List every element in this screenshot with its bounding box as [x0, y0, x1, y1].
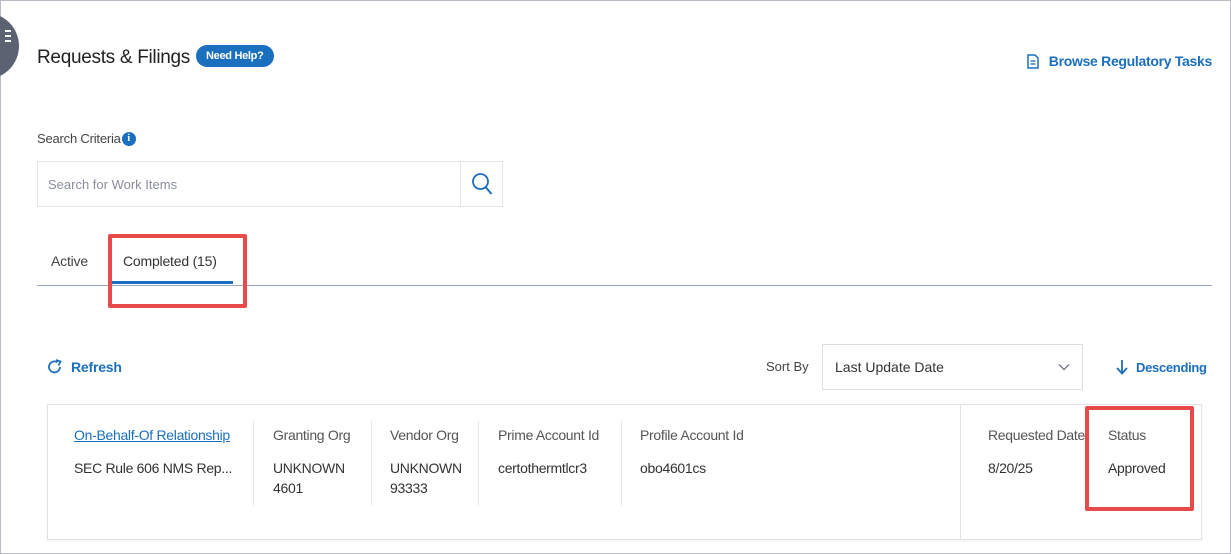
- search-criteria-label: Search Criteria i: [37, 131, 136, 146]
- search-criteria-text: Search Criteria: [37, 131, 121, 146]
- vendor-org-header: Vendor Org: [390, 427, 459, 443]
- column-divider: [371, 421, 372, 506]
- sort-by-value: Last Update Date: [835, 359, 944, 375]
- search-box: [37, 161, 503, 207]
- prime-account-value: certothermtlcr3: [498, 460, 587, 476]
- refresh-label: Refresh: [71, 359, 122, 375]
- completed-tab-highlight: [108, 234, 247, 308]
- sort-order-label: Descending: [1136, 359, 1207, 375]
- browse-regulatory-tasks-label: Browse Regulatory Tasks: [1048, 53, 1213, 69]
- vendor-org-value: UNKNOWN 93333: [390, 458, 462, 498]
- sort-by-label: Sort By: [766, 359, 809, 374]
- profile-account-header: Profile Account Id: [640, 427, 744, 443]
- granting-org-value: UNKNOWN 4601: [273, 458, 345, 498]
- need-help-button[interactable]: Need Help?: [196, 45, 274, 67]
- column-divider: [621, 421, 622, 506]
- requested-date-value: 8/20/25: [988, 460, 1033, 476]
- page-title: Requests & Filings: [37, 47, 191, 68]
- granting-org-header: Granting Org: [273, 427, 351, 443]
- tab-active[interactable]: Active: [51, 253, 88, 269]
- chevron-down-icon: [1058, 364, 1070, 371]
- request-description: SEC Rule 606 NMS Rep...: [74, 460, 233, 476]
- search-button[interactable]: [460, 162, 502, 206]
- card-section-divider: [960, 405, 961, 539]
- search-icon: [471, 173, 492, 195]
- vendor-org-line2: 93333: [390, 480, 428, 496]
- app-frame: Requests & Filings Need Help? Browse Reg…: [0, 0, 1231, 554]
- refresh-button[interactable]: Refresh: [47, 359, 122, 375]
- sort-by-select[interactable]: Last Update Date: [822, 344, 1083, 390]
- granting-org-line1: UNKNOWN: [273, 460, 345, 476]
- document-icon: [1027, 53, 1039, 69]
- requested-date-header: Requested Date: [988, 427, 1085, 443]
- vendor-org-line1: UNKNOWN: [390, 460, 462, 476]
- status-highlight: [1085, 406, 1194, 511]
- result-card: On-Behalf-Of Relationship SEC Rule 606 N…: [47, 404, 1202, 540]
- sidebar-toggle[interactable]: [0, 13, 19, 79]
- refresh-icon: [48, 359, 62, 374]
- info-icon[interactable]: i: [121, 131, 136, 146]
- column-divider: [478, 421, 479, 506]
- search-input[interactable]: [38, 162, 460, 206]
- prime-account-header: Prime Account Id: [498, 427, 600, 443]
- request-type-link[interactable]: On-Behalf-Of Relationship: [74, 427, 230, 443]
- profile-account-value: obo4601cs: [640, 460, 706, 476]
- granting-org-line2: 4601: [273, 480, 303, 496]
- menu-icon: [5, 30, 11, 45]
- column-divider: [253, 421, 254, 506]
- browse-regulatory-tasks-link[interactable]: Browse Regulatory Tasks: [1027, 53, 1212, 69]
- sort-order-toggle[interactable]: Descending: [1116, 359, 1207, 375]
- arrow-down-icon: [1116, 360, 1128, 375]
